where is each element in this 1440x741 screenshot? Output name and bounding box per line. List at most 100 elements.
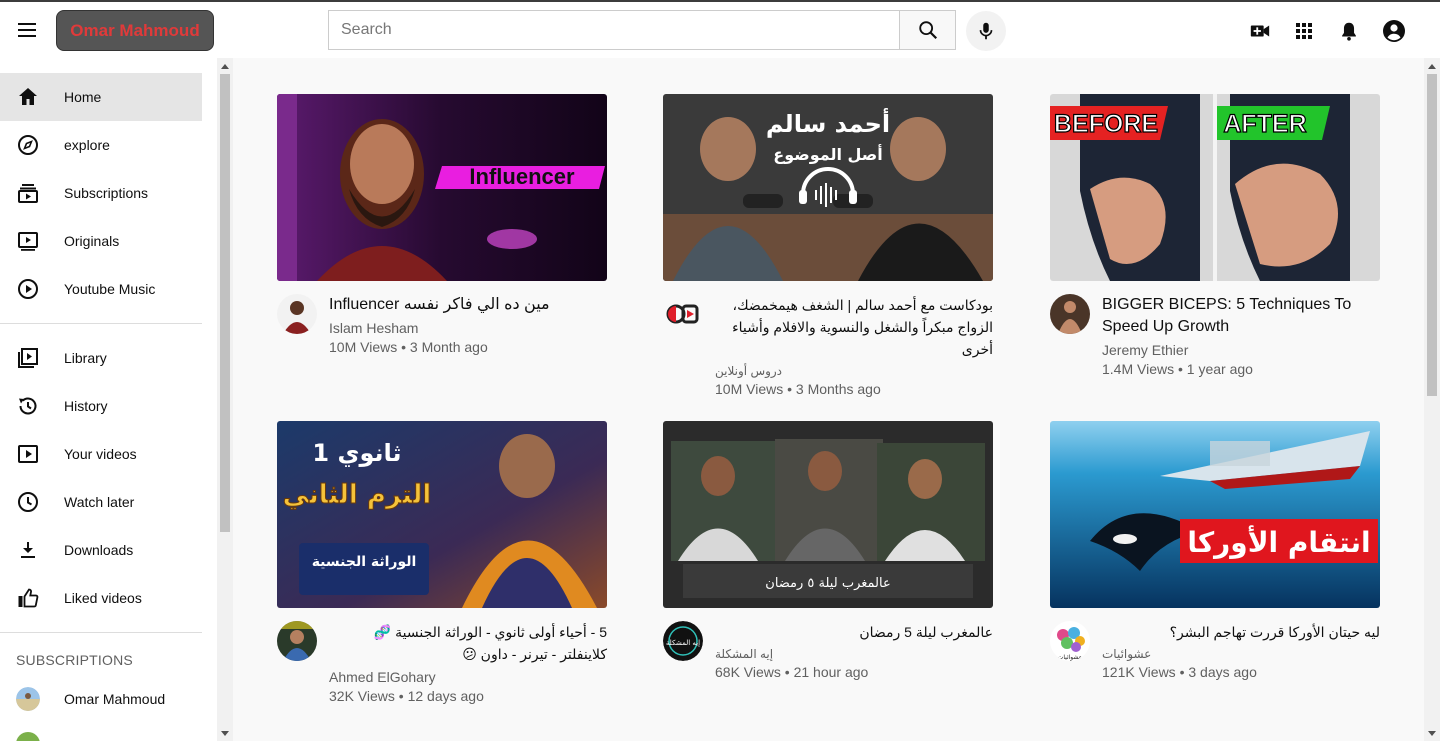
sidebar-scrollbar[interactable]	[217, 58, 233, 741]
video-stats: 32K Views • 12 days ago	[329, 688, 484, 704]
sidebar-item-library[interactable]: Library	[0, 334, 202, 382]
notifications-bell-icon[interactable]	[1337, 19, 1361, 43]
account-avatar-icon[interactable]	[1382, 19, 1406, 43]
thumbnail-text: Influencer	[469, 164, 575, 189]
sidebar-divider	[0, 632, 202, 633]
scroll-up-arrow-icon[interactable]	[1428, 64, 1436, 69]
channel-avatar[interactable]	[1050, 294, 1090, 334]
menu-icon[interactable]	[16, 20, 40, 40]
video-thumbnail[interactable]: أحمد سالم أصل الموضوع	[663, 94, 993, 281]
sidebar-item-label: Watch later	[64, 494, 135, 510]
thumbnail-text: انتقام الأوركا	[1187, 525, 1370, 559]
sidebar-item-label: Liked videos	[64, 590, 142, 606]
video-stats: 10M Views • 3 Months ago	[715, 381, 881, 397]
sidebar-item-label: History	[64, 398, 108, 414]
avatar[interactable]	[16, 732, 40, 741]
originals-icon	[18, 232, 38, 251]
sidebar-item-liked-videos[interactable]: Liked videos	[0, 574, 202, 622]
sidebar-item-home[interactable]: Home	[0, 73, 202, 121]
thumbs-up-icon	[18, 588, 39, 608]
video-thumbnail[interactable]: BEFORE AFTER	[1050, 94, 1380, 281]
channel-name[interactable]: Jeremy Ethier	[1102, 342, 1380, 358]
video-thumbnail[interactable]: 1 ثانوي الترم الثاني الوراثة الجنسية	[277, 421, 607, 608]
sidebar-item-youtube-music[interactable]: Youtube Music	[0, 265, 202, 313]
sidebar-item-your-videos[interactable]: Your videos	[0, 430, 202, 478]
sidebar-item-originals[interactable]: Originals	[0, 217, 202, 265]
thumbnail-subtext: أصل الموضوع	[773, 144, 882, 164]
channel-avatar[interactable]	[277, 621, 317, 661]
video-stats: 68K Views • 21 hour ago	[715, 664, 869, 680]
sidebar-item-history[interactable]: History	[0, 382, 202, 430]
sidebar-item-label: Originals	[64, 233, 120, 249]
thumbnail-text: BEFORE	[1054, 110, 1158, 138]
scrollbar-thumb[interactable]	[220, 74, 230, 532]
subscriptions-icon	[18, 184, 38, 203]
home-icon	[19, 88, 37, 105]
sidebar-item-label: Omar Mahmoud	[64, 691, 166, 707]
search-input[interactable]	[328, 10, 899, 50]
sidebar-item-label: Home	[64, 89, 102, 105]
history-icon	[19, 397, 37, 415]
main-scrollbar[interactable]	[1424, 58, 1440, 741]
sidebar-item-label: Subscriptions	[64, 185, 149, 201]
brand-logo[interactable]: Omar Mahmoud	[56, 10, 214, 51]
channel-avatar[interactable]	[663, 294, 703, 334]
sidebar-item-subscriptions[interactable]: Subscriptions	[0, 169, 202, 217]
channel-name[interactable]: عشوائيات	[1102, 647, 1380, 661]
video-stats: 1.4M Views • 1 year ago	[1102, 361, 1253, 377]
search-button[interactable]	[899, 10, 956, 50]
scroll-down-arrow-icon[interactable]	[221, 731, 229, 736]
video-thumbnail[interactable]: عالمغرب ليلة ٥ رمضان	[663, 421, 993, 608]
video-thumbnail[interactable]: Influencer	[277, 94, 607, 281]
sidebar-item-label: Youtube Music	[64, 281, 156, 297]
channel-avatar[interactable]	[277, 294, 317, 334]
video-thumbnail[interactable]: انتقام الأوركا	[1050, 421, 1380, 608]
video-stats: 10M Views • 3 Month ago	[329, 339, 488, 355]
subscriptions-heading: SUBSCRIPTIONS	[16, 652, 133, 668]
voice-search-button[interactable]	[966, 11, 1006, 51]
sidebar-divider	[0, 323, 202, 324]
compass-icon	[18, 135, 38, 155]
download-icon	[21, 542, 35, 558]
microphone-icon	[979, 22, 993, 40]
sidebar-item-watch-later[interactable]: Watch later	[0, 478, 202, 526]
channel-name[interactable]: دروس أونلاين	[715, 364, 993, 378]
your-videos-icon	[18, 445, 38, 463]
thumbnail-text: 1 ثانوي	[312, 439, 401, 467]
thumbnail-text: أحمد سالم	[766, 108, 890, 138]
channel-name[interactable]: Ahmed ElGohary	[329, 669, 607, 685]
clock-icon	[18, 492, 38, 512]
create-video-icon[interactable]	[1248, 19, 1272, 43]
sidebar: Home explore Subscriptions Originals You…	[0, 58, 217, 741]
sidebar-item-explore[interactable]: explore	[0, 121, 202, 169]
channel-name[interactable]: إيه المشكلة	[715, 647, 993, 661]
scroll-down-arrow-icon[interactable]	[1428, 731, 1436, 736]
scroll-up-arrow-icon[interactable]	[221, 64, 229, 69]
top-header: Omar Mahmoud	[0, 2, 1440, 58]
video-title[interactable]: Influencer مين ده الي فاكر نفسه	[329, 294, 607, 316]
channel-avatar[interactable]: إيه المشكلة	[663, 621, 703, 661]
scrollbar-thumb[interactable]	[1427, 74, 1437, 396]
channel-avatar[interactable]: عشوائيات	[1050, 621, 1090, 661]
apps-grid-icon[interactable]	[1292, 19, 1316, 43]
play-circle-icon	[18, 279, 38, 299]
library-icon	[18, 348, 38, 368]
video-title[interactable]: بودكاست مع أحمد سالم | الشغف هيمخمضك، ال…	[715, 294, 993, 360]
channel-name[interactable]: Islam Hesham	[329, 320, 607, 336]
sidebar-item-label: Your videos	[64, 446, 137, 462]
video-title[interactable]: عالمغرب ليلة 5 رمضان	[715, 621, 993, 643]
thumbnail-subtext: الوراثة الجنسية	[312, 554, 417, 570]
sidebar-item-label: explore	[64, 137, 110, 153]
sidebar-item-downloads[interactable]: Downloads	[0, 526, 202, 574]
search-icon	[918, 21, 937, 40]
sidebar-item-label: Library	[64, 350, 107, 366]
video-stats: 121K Views • 3 days ago	[1102, 664, 1257, 680]
video-title[interactable]: 5 - أحياء أولى ثانوي - الوراثة الجنسية 🧬…	[329, 621, 607, 665]
video-title[interactable]: BIGGER BICEPS: 5 Techniques To Speed Up …	[1102, 294, 1380, 338]
thumbnail-subtext: الترم الثاني	[283, 480, 432, 510]
sidebar-subscription-omar-mahmoud[interactable]: Omar Mahmoud	[0, 675, 202, 723]
channel-avatar-text: إيه المشكلة	[666, 639, 700, 647]
video-title[interactable]: ليه حيتان الأوركا قررت تهاجم البشر؟	[1102, 621, 1380, 643]
thumbnail-text: عالمغرب ليلة ٥ رمضان	[765, 576, 890, 591]
avatar	[16, 687, 40, 711]
